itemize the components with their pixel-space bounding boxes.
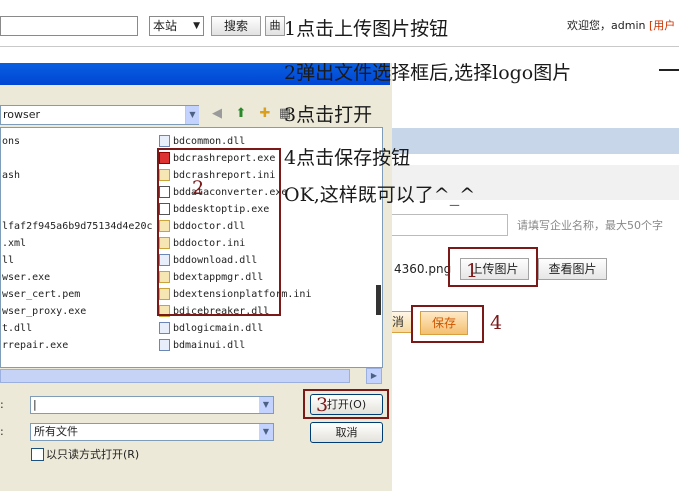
site-scope-select[interactable]: 本站 ▼ (149, 16, 204, 36)
annotation-ok: OK,这样既可以了^_^ (284, 184, 476, 206)
annotation-step1: 1点击上传图片按钮 (284, 18, 449, 40)
list-item[interactable]: bdlogicmain.dll (159, 322, 263, 336)
list-item[interactable]: bdmainui.dll (159, 339, 245, 353)
chevron-down-icon[interactable]: ▼ (185, 106, 199, 124)
welcome-label: 欢迎您，admin (567, 19, 646, 32)
dll-file-icon (159, 322, 170, 334)
list-item[interactable]: wser_proxy.exe (2, 305, 86, 319)
view-image-button[interactable]: 查看图片 (538, 258, 607, 280)
annotation-step4: 4点击保存按钮 (284, 147, 411, 169)
list-item[interactable]: .xml (2, 237, 26, 251)
user-link[interactable]: [用户 (649, 19, 675, 32)
search-button[interactable]: 搜索 (211, 16, 261, 36)
filetype-select[interactable]: 所有文件 (30, 423, 274, 441)
company-name-input[interactable] (383, 214, 508, 236)
annotation-number-4: 4 (490, 312, 503, 334)
readonly-label: 以只读方式打开(R) (46, 448, 140, 461)
list-item[interactable]: t.dll (2, 322, 32, 336)
new-folder-icon[interactable]: ✚ (256, 105, 274, 123)
annotation-number-2: 2 (192, 177, 205, 199)
up-folder-icon[interactable]: ⬆ (232, 105, 250, 123)
chevron-down-icon[interactable]: ▼ (259, 397, 273, 413)
filename-input[interactable]: | (30, 396, 274, 414)
welcome-text: 欢迎您，admin [用户 (567, 17, 675, 33)
scrollbar-thumb[interactable] (0, 369, 350, 383)
list-item[interactable]: ll (2, 254, 14, 268)
dialog-cancel-button[interactable]: 取消 (310, 422, 383, 443)
list-item[interactable]: wser_cert.pem (2, 288, 80, 302)
chevron-down-icon: ▼ (193, 21, 200, 31)
chevron-down-icon[interactable]: ▼ (259, 424, 273, 440)
list-item[interactable]: rrepair.exe (2, 339, 68, 353)
menu-button[interactable]: 曲 (265, 16, 285, 36)
list-item[interactable]: wser.exe (2, 271, 50, 285)
list-item[interactable]: lfaf2f945a6b9d75134d4e20c (2, 220, 153, 234)
section-header-bar (383, 128, 679, 154)
highlight-box-upload (448, 247, 538, 287)
list-item[interactable]: bdcommon.dll (159, 135, 245, 149)
list-item[interactable]: ons (2, 135, 20, 149)
highlight-box-files (157, 148, 281, 316)
annotation-step3: 3点击打开 (284, 104, 373, 126)
annotation-step2: 2弹出文件选择框后,选择logo图片 (284, 62, 572, 84)
scroll-right-icon[interactable]: ▶ (366, 368, 382, 384)
back-icon[interactable]: ◀ (208, 105, 226, 123)
readonly-checkbox[interactable] (31, 448, 44, 461)
scrollbar-edge (376, 285, 381, 315)
filename-label: : (0, 398, 4, 411)
dll-file-icon (159, 339, 170, 351)
company-name-hint: 请填写企业名称，最大50个字 (517, 219, 663, 232)
dll-file-icon (159, 135, 170, 147)
list-item[interactable]: ash (2, 169, 20, 183)
annotation-arrow (659, 69, 679, 71)
uploaded-filename: 4360.png (394, 262, 452, 276)
highlight-box-save (411, 305, 484, 343)
annotation-number-3: 3 (316, 394, 329, 416)
annotation-number-1: 1 (466, 260, 479, 282)
site-scope-value: 本站 (153, 19, 178, 33)
filetype-label: : (0, 425, 4, 438)
site-search-input[interactable] (0, 16, 138, 36)
look-in-select[interactable]: rowser (0, 105, 199, 125)
